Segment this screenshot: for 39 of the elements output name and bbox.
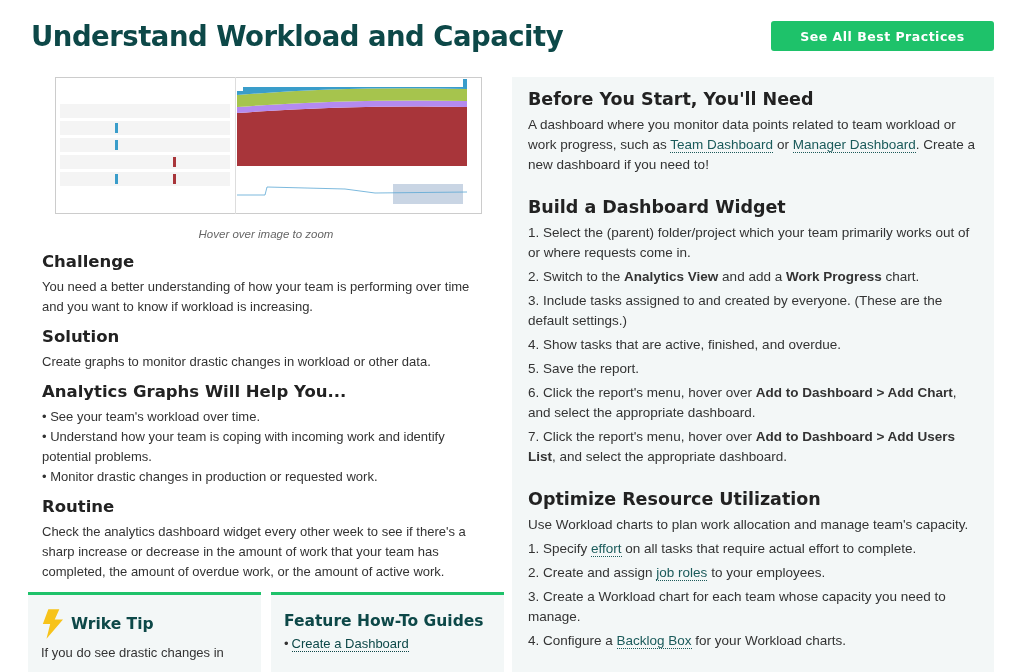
paragraph: • See your team's workload over time. xyxy=(42,408,261,426)
paragraph: 1. Select the (parent) folder/project which your team primarily works out of or where requests come in. xyxy=(528,224,971,262)
lightning-icon xyxy=(41,609,63,639)
paragraph: 7. Click the report's menu, hover over Add to Dashboard > Add Users List, and select the appropriate dashboard. xyxy=(528,428,957,466)
doc-link[interactable]: effort xyxy=(591,541,622,557)
image-caption: Hover over image to zoom xyxy=(197,228,335,240)
section-heading: Before You Start, You'll Need xyxy=(528,89,815,109)
paragraph: 4. Show tasks that are active, finished, and overdue. xyxy=(528,336,842,354)
bullet-mark: • xyxy=(284,636,289,651)
paragraph: 3. Create a Workload chart for each team whose capacity you need to manage. xyxy=(528,588,947,626)
section-heading: Solution xyxy=(42,327,121,348)
paragraph: • Understand how your team is coping with incoming work and identify potential problems. xyxy=(42,428,446,466)
section-heading: Optimize Resource Utilization xyxy=(528,489,822,509)
card-heading: Feature How-To Guides xyxy=(284,612,485,630)
tip-text: If you do see drastic changes in xyxy=(41,645,225,660)
paragraph: 1. Specify effort on all tasks that require actual effort to complete. xyxy=(528,540,918,559)
doc-link[interactable]: job roles xyxy=(656,565,708,581)
doc-link[interactable]: Manager Dashboard xyxy=(792,137,916,153)
guide-link[interactable]: Create a Dashboard xyxy=(291,636,409,652)
paragraph: Check the analytics dashboard widget every other week to see if there's a sharp increase or decrease in the amount of work that your team has completed, the amount of overdue work, or the amount of active work. xyxy=(42,523,467,581)
paragraph: Use Workload charts to plan work allocation and manage team's capacity. xyxy=(528,516,970,534)
paragraph: 6. Click the report's menu, hover over Add to Dashboard > Add Chart, and select the appropriate dashboard. xyxy=(528,384,958,422)
doc-link[interactable]: Team Dashboard xyxy=(670,137,774,153)
paragraph: You need a better understanding of how your team is performing over time and you want to know if workload is increasing. xyxy=(42,278,471,316)
page-title: Understand Workload and Capacity xyxy=(31,20,564,52)
paragraph: 3. Include tasks assigned to and created by everyone. (These are the default settings.) xyxy=(528,292,944,330)
section-heading: Routine xyxy=(42,497,116,518)
section-heading: Build a Dashboard Widget xyxy=(528,197,787,217)
paragraph: A dashboard where you monitor data points related to team workload or work progress, such as Team Dashboard or Manager Dashboard. Create a new dashboard if you need to! xyxy=(528,116,976,174)
paragraph: Create graphs to monitor drastic changes in workload or other data. xyxy=(42,353,432,371)
paragraph: • Monitor drastic changes in production or requested work. xyxy=(42,468,379,486)
paragraph: 2. Create and assign job roles to your employees. xyxy=(528,564,827,583)
section-heading: Analytics Graphs Will Help You... xyxy=(42,382,348,403)
paragraph: 2. Switch to the Analytics View and add a Work Progress chart. xyxy=(528,268,921,286)
paragraph: 5. Save the report. xyxy=(528,360,641,378)
paragraph: 4. Configure a Backlog Box for your Workload charts. xyxy=(528,632,847,651)
card-heading: Wrike Tip xyxy=(71,615,154,633)
section-heading: Challenge xyxy=(42,252,136,273)
doc-link[interactable]: Backlog Box xyxy=(616,633,692,649)
